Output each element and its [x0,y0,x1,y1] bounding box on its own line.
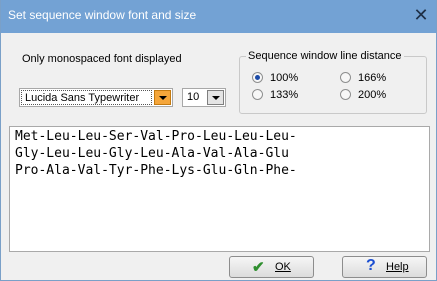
monospace-font-label: Only monospaced font displayed [22,53,182,65]
radio-label: 133% [270,89,299,101]
radio-label: 200% [358,89,387,101]
window-title: Set sequence window font and size [8,8,197,22]
sequence-line: Met-Leu-Leu-Ser-Val-Pro-Leu-Leu-Leu- [15,129,297,144]
font-family-select[interactable]: Lucida Sans Typewriter [19,88,173,107]
line-distance-legend: Sequence window line distance [246,50,404,62]
radio-circle [252,72,263,83]
radio-label: 100% [270,72,299,84]
help-button-label: Help [386,261,409,273]
chevron-down-icon[interactable] [154,90,171,105]
help-button[interactable]: ? Help [342,256,427,278]
font-size-select[interactable]: 10 [182,88,226,107]
title-bar: Set sequence window font and size ✕ [1,0,436,33]
radio-label: 166% [358,72,387,84]
sequence-line: Gly-Leu-Leu-Gly-Leu-Ala-Val-Ala-Glu [15,146,289,161]
sequence-preview[interactable]: Met-Leu-Leu-Ser-Val-Pro-Leu-Leu-Leu- Gly… [9,126,430,252]
question-mark-icon: ? [366,257,376,274]
line-distance-group [239,56,427,114]
ok-button[interactable]: ✔ OK [229,256,314,278]
close-icon[interactable]: ✕ [406,0,436,33]
chevron-down-icon[interactable] [207,90,224,105]
ok-button-label: OK [275,261,291,273]
font-size-dialog: Set sequence window font and size ✕ Only… [0,0,437,281]
radio-circle [340,72,351,83]
font-family-value: Lucida Sans Typewriter [21,90,152,105]
sequence-line: Pro-Ala-Val-Tyr-Phe-Lys-Glu-Gln-Phe- [15,163,297,178]
font-size-value: 10 [187,91,200,103]
checkmark-icon: ✔ [252,259,265,276]
radio-circle [252,89,263,100]
radio-circle [340,89,351,100]
